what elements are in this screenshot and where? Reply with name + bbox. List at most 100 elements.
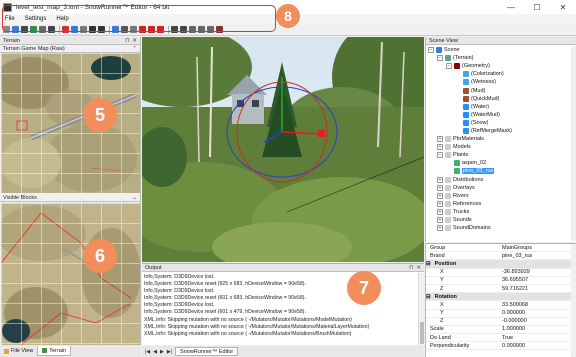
tree-node[interactable]: − (Geometry)	[428, 62, 571, 70]
tree-node[interactable]: (WaterMud)	[428, 111, 571, 119]
property-value[interactable]: -0.000000	[502, 318, 576, 324]
node-type-icon	[463, 95, 469, 102]
expand-icon[interactable]: +	[437, 208, 443, 215]
property-section[interactable]: ⊟ Rotation	[426, 293, 576, 302]
node-type-icon	[445, 55, 451, 62]
property-value[interactable]: pine_03_rus	[502, 253, 576, 259]
terrain-game-map[interactable]	[1, 53, 140, 193]
pin-icon[interactable]: ⊓	[125, 38, 129, 44]
3d-viewport[interactable]	[142, 37, 424, 262]
property-value[interactable]: True	[502, 335, 576, 341]
tab-terrain[interactable]: Terrain	[37, 346, 72, 356]
tree-node[interactable]: pine_03_rus	[428, 167, 571, 175]
property-row[interactable]: Group MainGroups	[426, 244, 576, 253]
property-row[interactable]: Z -0.000000	[426, 318, 576, 326]
tree-node[interactable]: + Models	[428, 143, 571, 151]
tree-node[interactable]: (Water)	[428, 103, 571, 111]
output-panel: Output ⊓ ✕ Info,System: D3D9Device lost. I…	[142, 263, 424, 346]
node-type-icon	[463, 127, 469, 134]
tree-node[interactable]: (QuickMud)	[428, 95, 571, 103]
property-row[interactable]: Perpendicularity 0.000000	[426, 342, 576, 351]
collapse-icon[interactable]: −	[446, 63, 452, 70]
tree-node[interactable]: − Scene	[428, 46, 571, 54]
minimize-button[interactable]: —	[498, 0, 524, 14]
tree-node[interactable]: (RefMergeMask)	[428, 127, 571, 135]
visible-blocks-map[interactable]	[1, 203, 140, 345]
collapse-icon[interactable]: −	[428, 47, 434, 54]
property-row[interactable]: X 33.509068	[426, 301, 576, 310]
tree-node[interactable]: + Overlays	[428, 184, 571, 192]
close-icon[interactable]: ✕	[416, 265, 421, 271]
tree-node[interactable]: + Trucks	[428, 208, 571, 216]
property-value[interactable]: 0.000000	[502, 310, 576, 316]
property-row[interactable]: Do Land True	[426, 334, 576, 343]
tree-node-label: References	[453, 200, 482, 207]
property-row[interactable]: Z 59.716221	[426, 285, 576, 294]
expand-icon[interactable]: +	[437, 176, 443, 183]
tree-node[interactable]: + SoundDomains	[428, 224, 571, 232]
expand-icon[interactable]: +	[437, 184, 443, 191]
property-section-label: Position	[434, 260, 457, 267]
property-name: Scale	[430, 326, 444, 333]
tree-node[interactable]: (Colorization)	[428, 70, 571, 78]
tree-node[interactable]: + Rivers	[428, 192, 571, 200]
tree-node[interactable]: (Wetness)	[428, 78, 571, 86]
property-section[interactable]: ⊟ Position	[426, 260, 576, 269]
expand-icon[interactable]: +	[437, 136, 443, 143]
close-icon[interactable]: ✕	[132, 38, 137, 44]
collapse-icon[interactable]: −	[437, 152, 443, 159]
close-button[interactable]: ✕	[550, 0, 576, 14]
property-value[interactable]: 36.695507	[502, 277, 576, 283]
tree-node-label: aspen_02	[462, 160, 487, 167]
document-tabs: |◀ ◀ ▶ ▶| SnowRunner™ Editor	[142, 346, 424, 357]
expand-icon[interactable]: +	[437, 225, 443, 232]
property-name: Z	[440, 285, 444, 292]
property-row[interactable]: X -36.893929	[426, 269, 576, 277]
expand-icon[interactable]: +	[437, 200, 443, 207]
chevron-down-icon[interactable]: ⌄	[132, 195, 137, 201]
tab-snowrunner-editor[interactable]: SnowRunner™ Editor	[175, 347, 239, 356]
property-value[interactable]: 59.716221	[502, 286, 576, 292]
tree-node[interactable]: + Sounds	[428, 216, 571, 224]
tab-file-view[interactable]: File View	[0, 346, 37, 356]
property-value[interactable]: 33.509068	[502, 302, 576, 308]
property-value[interactable]: -36.893929	[502, 269, 576, 275]
tree-node[interactable]: + PbrMaterials	[428, 135, 571, 143]
expand-icon[interactable]: +	[437, 144, 443, 151]
collapse-icon[interactable]: −	[437, 55, 443, 62]
node-type-icon	[445, 184, 451, 191]
output-scrollbar[interactable]	[418, 273, 424, 346]
next-tab-icon[interactable]: ▶	[160, 349, 164, 355]
tree-node[interactable]: (Snow)	[428, 119, 571, 127]
output-header: Output ⊓ ✕	[142, 264, 424, 272]
property-row[interactable]: Y 0.000000	[426, 310, 576, 318]
last-tab-icon[interactable]: ▶|	[167, 349, 172, 355]
tree-node[interactable]: (Mud)	[428, 86, 571, 94]
scene-tree[interactable]: − Scene − (Terrain) − (Geometry) (Colorization…	[428, 46, 571, 241]
property-value[interactable]: 0.000000	[502, 343, 576, 349]
window-controls: — ☐ ✕	[498, 0, 576, 14]
tree-node[interactable]: aspen_02	[428, 159, 571, 167]
tree-node[interactable]: + References	[428, 200, 571, 208]
property-value[interactable]: 1.000000	[502, 326, 576, 332]
callout-8: 8	[276, 4, 300, 28]
tree-node[interactable]: − (Terrain)	[428, 54, 571, 62]
tree-node-label: (Colorization)	[471, 71, 504, 78]
expand-icon[interactable]: +	[437, 192, 443, 199]
first-tab-icon[interactable]: |◀	[145, 349, 150, 355]
expand-icon[interactable]: +	[437, 217, 443, 224]
tree-node[interactable]: − Plants	[428, 151, 571, 159]
scene-tree-scrollbar[interactable]	[571, 46, 576, 241]
prev-tab-icon[interactable]: ◀	[153, 349, 157, 355]
property-value[interactable]: MainGroups	[502, 245, 576, 251]
property-row[interactable]: Y 36.695507	[426, 277, 576, 285]
maximize-button[interactable]: ☐	[524, 0, 550, 14]
properties-scrollbar[interactable]	[571, 244, 576, 357]
pin-icon[interactable]: ⊓	[409, 265, 413, 271]
property-name: Do Land	[430, 334, 451, 341]
node-type-icon	[445, 176, 451, 183]
tree-node[interactable]: + Distributions	[428, 176, 571, 184]
chevron-up-icon[interactable]: ⌃	[132, 46, 137, 52]
property-row[interactable]: Brand pine_03_rus	[426, 252, 576, 261]
property-row[interactable]: Scale 1.000000	[426, 326, 576, 335]
